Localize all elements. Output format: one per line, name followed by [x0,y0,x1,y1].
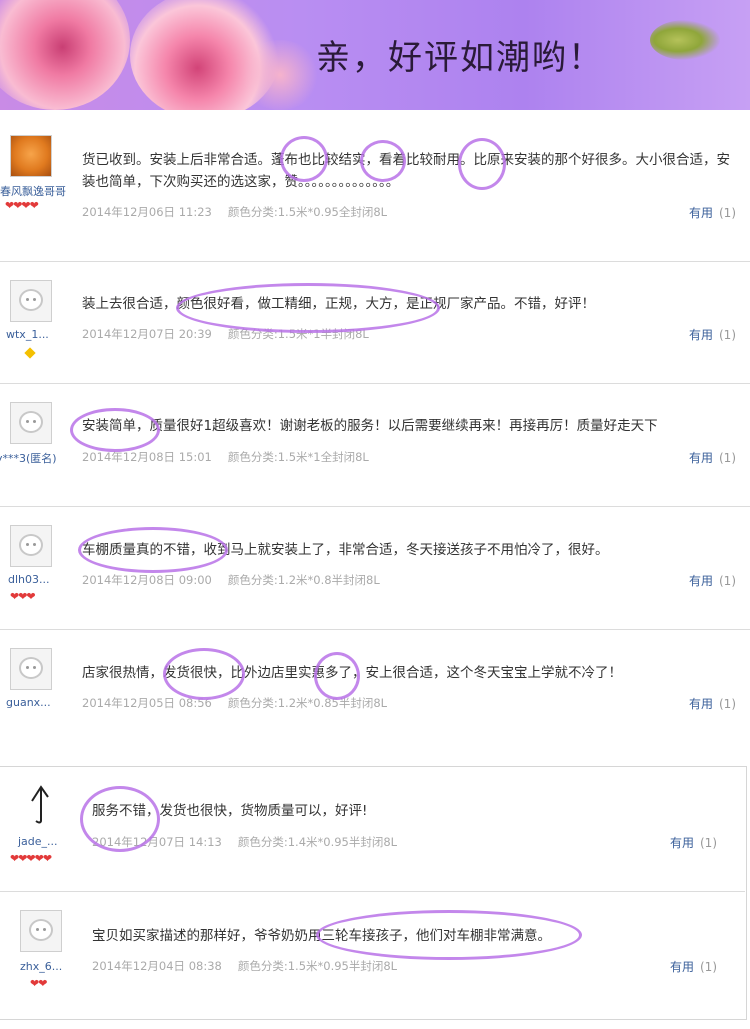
flower-decoration [240,40,320,110]
username[interactable]: zhx_6... [20,960,62,973]
review-meta: 2014年12月04日 08:38 颜色分类:1.5米*0.95半封闭8L [92,958,397,974]
useful-label: 有用 [688,697,713,711]
review-date: 2014年12月05日 08:56 [82,696,212,710]
vip-diamond-icon [24,347,36,359]
useful-button[interactable]: 有用 (1) [689,695,736,712]
review-category: 颜色分类:1.4米*0.95半封闭8L [237,835,398,849]
flower-decoration [0,0,130,110]
review-item: 春风飘逸哥哥 ❤❤❤❤ 货已收到。安装上后非常合适。蓬布也比较结实，看着比较耐用… [0,113,750,262]
useful-count: (1) [700,836,717,850]
review-category: 颜色分类:1.5米*1全封闭8L [227,450,369,464]
username[interactable]: guanx... [6,696,51,709]
review-item: y***3(匿名) 安装简单，质量很好1超级喜欢！谢谢老板的服务！以后需要继续再… [0,384,750,507]
review-item: guanx... 店家很热情，发货很快，比外边店里实惠多了，安上很合适，这个冬天… [0,630,750,764]
review-meta: 2014年12月06日 11:23 颜色分类:1.5米*0.95全封闭8L [82,204,387,220]
username[interactable]: 春风飘逸哥哥 [0,183,66,199]
review-meta: 2014年12月08日 09:00 颜色分类:1.2米*0.8半封闭8L [82,572,380,588]
avatar[interactable] [10,135,52,177]
useful-button[interactable]: 有用 (1) [689,449,736,466]
username[interactable]: wtx_1... [6,328,49,341]
useful-label: 有用 [669,836,694,850]
rating-hearts: ❤❤ [30,977,47,990]
review-meta: 2014年12月05日 08:56 颜色分类:1.2米*0.85半封闭8L [82,695,387,711]
default-avatar-icon [19,411,43,433]
useful-button[interactable]: 有用 (1) [670,834,717,851]
review-text: 宝贝如买家描述的那样好，爷爷奶奶用三轮车接孩子，他们对车棚非常满意。 [92,928,551,944]
rating-hearts: ❤❤❤❤❤ [10,852,52,865]
avatar[interactable] [10,280,52,322]
useful-count: (1) [719,574,736,588]
review-date: 2014年12月07日 20:39 [82,327,212,341]
useful-count: (1) [719,451,736,465]
review-category: 颜色分类:1.5米*0.95半封闭8L [237,959,398,973]
useful-count: (1) [700,960,717,974]
useful-label: 有用 [688,328,713,342]
avatar[interactable] [10,402,52,444]
review-date: 2014年12月06日 11:23 [82,205,212,219]
useful-button[interactable]: 有用 (1) [670,958,717,975]
username[interactable]: jade_... [18,835,58,848]
review-item: wtx_1... 装上去很合适，颜色很好看，做工精细，正规，大方，是正规厂家产品… [0,262,750,384]
review-date: 2014年12月08日 15:01 [82,450,212,464]
useful-label: 有用 [688,206,713,220]
useful-button[interactable]: 有用 (1) [689,326,736,343]
promo-banner: 亲，好评如潮哟！ [0,0,750,110]
useful-count: (1) [719,206,736,220]
avatar[interactable] [10,648,52,690]
review-text: 安装简单，质量很好1超级喜欢！谢谢老板的服务！以后需要继续再来！再接再厉！质量好… [82,418,658,434]
olive-decoration [650,20,720,60]
review-date: 2014年12月04日 08:38 [92,959,222,973]
review-text: 货已收到。安装上后非常合适。蓬布也比较结实，看着比较耐用。比原来安装的那个好很多… [82,152,730,190]
review-item: zhx_6... ❤❤ 宝贝如买家描述的那样好，爷爷奶奶用三轮车接孩子，他们对车… [0,892,745,1016]
review-meta: 2014年12月07日 14:13 颜色分类:1.4米*0.95半封闭8L [92,834,397,850]
rating-hearts: ❤❤❤ [10,590,36,603]
review-category: 颜色分类:1.5米*1半封闭8L [227,327,369,341]
useful-button[interactable]: 有用 (1) [689,572,736,589]
rating-hearts: ❤❤❤❤ [5,199,39,212]
default-avatar-icon [19,657,43,679]
review-date: 2014年12月08日 09:00 [82,573,212,587]
review-date: 2014年12月07日 14:13 [92,835,222,849]
review-text: 店家很热情，发货很快，比外边店里实惠多了，安上很合适，这个冬天宝宝上学就不冷了！ [82,665,622,681]
review-meta: 2014年12月08日 15:01 颜色分类:1.5米*1全封闭8L [82,449,369,465]
username[interactable]: y***3(匿名) [0,450,57,466]
useful-count: (1) [719,697,736,711]
useful-count: (1) [719,328,736,342]
review-category: 颜色分类:1.2米*0.85半封闭8L [227,696,388,710]
useful-label: 有用 [688,451,713,465]
useful-label: 有用 [688,574,713,588]
review-meta: 2014年12月07日 20:39 颜色分类:1.5米*1半封闭8L [82,326,369,342]
useful-label: 有用 [669,960,694,974]
handwriting-avatar[interactable] [26,783,56,825]
review-text: 服务不错，发货也很快，货物质量可以，好评! [92,803,368,819]
useful-button[interactable]: 有用 (1) [689,204,736,221]
review-text: 装上去很合适，颜色很好看，做工精细，正规，大方，是正规厂家产品。不错，好评！ [82,296,595,312]
avatar[interactable] [20,910,62,952]
default-avatar-icon [29,919,53,941]
username[interactable]: dlh03... [8,573,50,586]
review-item: dlh03... ❤❤❤ 车棚质量真的不错，收到马上就安装上了，非常合适，冬天接… [0,507,750,630]
default-avatar-icon [19,534,43,556]
review-category: 颜色分类:1.5米*0.95全封闭8L [227,205,388,219]
review-text: 车棚质量真的不错，收到马上就安装上了，非常合适，冬天接送孩子不用怕冷了，很好。 [82,542,609,558]
signature-icon [31,785,49,824]
review-item: jade_... ❤❤❤❤❤ 服务不错，发货也很快，货物质量可以，好评! 201… [0,767,745,892]
banner-title: 亲，好评如潮哟！ [316,38,604,78]
avatar[interactable] [10,525,52,567]
review-category: 颜色分类:1.2米*0.8半封闭8L [227,573,380,587]
default-avatar-icon [19,289,43,311]
